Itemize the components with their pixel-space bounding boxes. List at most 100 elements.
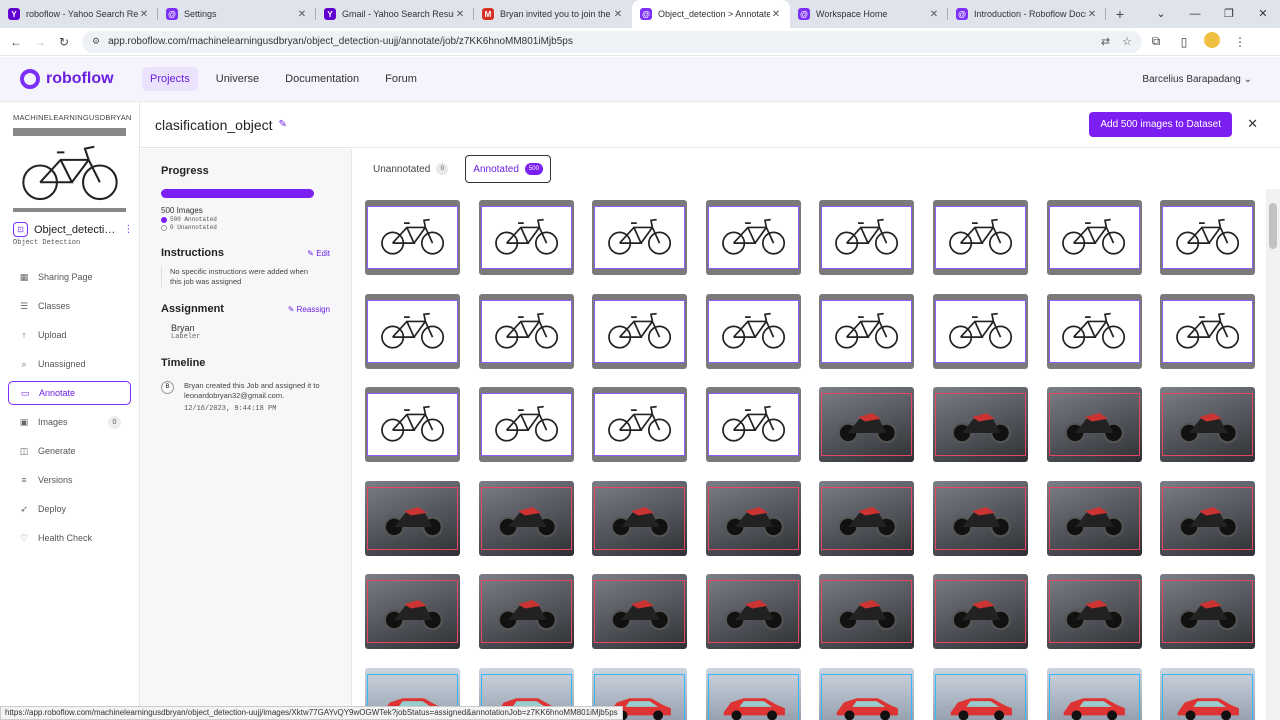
image-thumbnail[interactable] — [478, 574, 574, 650]
tab-unannotated[interactable]: Unannotated 0 — [366, 155, 455, 183]
sidebar-item-upload[interactable]: ↑ Upload — [8, 323, 131, 347]
image-thumbnail[interactable] — [1046, 387, 1142, 463]
image-thumbnail[interactable] — [819, 480, 915, 556]
image-thumbnail[interactable] — [705, 387, 801, 463]
image-thumbnail[interactable] — [705, 293, 801, 369]
menu-kebab-icon[interactable]: ⋮ — [1226, 35, 1254, 49]
chevron-down-icon[interactable]: ⌄ — [1144, 0, 1178, 28]
extensions-icon[interactable]: ⧉ — [1142, 34, 1170, 49]
new-tab-button[interactable]: + — [1106, 0, 1134, 28]
user-menu[interactable]: Barcelius Barapadang ⌄ — [1142, 74, 1252, 85]
image-thumbnail[interactable] — [819, 200, 915, 275]
image-thumbnail[interactable] — [1046, 293, 1142, 369]
image-thumbnail[interactable] — [1160, 667, 1256, 720]
profile-avatar[interactable] — [1198, 32, 1226, 51]
image-thumbnail[interactable] — [365, 293, 460, 369]
browser-tab[interactable]: Y Gmail - Yahoo Search Results ✕ — [316, 0, 474, 28]
image-thumbnail[interactable] — [1046, 200, 1142, 275]
image-thumbnail[interactable] — [592, 387, 688, 463]
image-thumbnail[interactable] — [478, 293, 574, 369]
sidebar-item-sharing-page[interactable]: ▦ Sharing Page — [8, 265, 131, 289]
image-thumbnail[interactable] — [819, 387, 915, 463]
close-icon[interactable]: ✕ — [1247, 116, 1258, 132]
close-tab-icon[interactable]: ✕ — [928, 9, 940, 20]
image-thumbnail[interactable] — [819, 667, 915, 720]
image-thumbnail[interactable] — [932, 574, 1028, 650]
image-thumbnail[interactable] — [932, 200, 1028, 275]
edit-title-icon[interactable]: ✎ — [279, 119, 287, 130]
image-thumbnail[interactable] — [478, 200, 574, 275]
image-thumbnail[interactable] — [705, 667, 801, 720]
bookmark-star-icon[interactable]: ☆ — [1122, 35, 1132, 48]
image-thumbnail[interactable] — [365, 200, 460, 275]
edit-instructions-button[interactable]: ✎ Edit — [307, 249, 330, 258]
image-thumbnail[interactable] — [705, 480, 801, 556]
reload-icon[interactable]: ↻ — [52, 35, 76, 49]
image-thumbnail[interactable] — [592, 480, 688, 556]
image-thumbnail[interactable] — [1046, 480, 1142, 556]
image-thumbnail[interactable] — [592, 200, 688, 275]
image-thumbnail[interactable] — [478, 480, 574, 556]
close-window-icon[interactable]: ✕ — [1246, 0, 1280, 28]
sidebar-item-unassigned[interactable]: ⌕ Unassigned — [8, 352, 131, 376]
nav-documentation[interactable]: Documentation — [277, 67, 367, 91]
browser-tab[interactable]: @ Object_detection > Annotate ✕ — [632, 0, 790, 28]
image-thumbnail[interactable] — [478, 387, 574, 463]
workspace-name[interactable]: MACHINELEARNINGUSDBRYAN — [13, 113, 139, 122]
roboflow-logo[interactable]: roboflow — [20, 69, 120, 89]
image-thumbnail[interactable] — [1160, 480, 1256, 556]
image-thumbnail[interactable] — [705, 574, 801, 650]
sidebar-item-health-check[interactable]: ♡ Health Check — [8, 526, 131, 550]
scrollbar-thumb[interactable] — [1269, 203, 1277, 249]
image-thumbnail[interactable] — [1046, 574, 1142, 650]
sidebar-item-classes[interactable]: ☰ Classes — [8, 294, 131, 318]
image-thumbnail[interactable] — [932, 480, 1028, 556]
close-tab-icon[interactable]: ✕ — [1086, 9, 1098, 20]
back-icon[interactable]: ← — [4, 35, 28, 49]
nav-projects[interactable]: Projects — [142, 67, 198, 91]
forward-icon[interactable]: → — [28, 35, 52, 49]
close-tab-icon[interactable]: ✕ — [770, 9, 782, 20]
sidebar-item-generate[interactable]: ◫ Generate — [8, 439, 131, 463]
sidebar-item-images[interactable]: ▣ Images 0 — [8, 410, 131, 434]
side-panel-icon[interactable]: ▯ — [1170, 35, 1198, 49]
image-thumbnail[interactable] — [819, 574, 915, 650]
browser-tab[interactable]: @ Workspace Home ✕ — [790, 0, 948, 28]
tab-annotated[interactable]: Annotated 500 — [465, 155, 551, 183]
nav-forum[interactable]: Forum — [377, 67, 425, 91]
image-thumbnail[interactable] — [592, 574, 688, 650]
sidebar-item-annotate[interactable]: ▭ Annotate — [8, 381, 131, 405]
project-selector[interactable]: ⊡ Object_detecti… ⋮ — [13, 222, 139, 237]
image-thumbnail[interactable] — [932, 387, 1028, 463]
sidebar-item-versions[interactable]: ≡ Versions — [8, 468, 131, 492]
image-thumbnail[interactable] — [1046, 667, 1142, 720]
site-info-icon[interactable]: ⚙ — [92, 36, 100, 47]
gallery-scrollbar[interactable] — [1266, 189, 1280, 720]
image-thumbnail[interactable] — [932, 293, 1028, 369]
translate-icon[interactable]: ⇄ — [1101, 35, 1110, 48]
close-tab-icon[interactable]: ✕ — [138, 9, 150, 20]
image-thumbnail[interactable] — [819, 293, 915, 369]
restore-icon[interactable]: ❐ — [1212, 0, 1246, 28]
image-thumbnail[interactable] — [365, 387, 460, 463]
project-thumbnail[interactable] — [13, 128, 126, 212]
image-thumbnail[interactable] — [1160, 293, 1256, 369]
browser-tab[interactable]: Yroboflow - Yahoo Search Result✕ — [0, 0, 158, 28]
reassign-button[interactable]: ✎ Reassign — [288, 305, 330, 314]
add-images-to-dataset-button[interactable]: Add 500 images to Dataset — [1089, 112, 1232, 137]
nav-universe[interactable]: Universe — [208, 67, 267, 91]
image-thumbnail[interactable] — [1160, 574, 1256, 650]
sidebar-item-deploy[interactable]: ➶ Deploy — [8, 497, 131, 521]
url-field[interactable]: ⚙ app.roboflow.com/machinelearningusdbry… — [82, 30, 1142, 53]
image-thumbnail[interactable] — [365, 480, 460, 556]
close-tab-icon[interactable]: ✕ — [296, 9, 308, 20]
image-thumbnail[interactable] — [1160, 387, 1256, 463]
close-tab-icon[interactable]: ✕ — [612, 9, 624, 20]
browser-tab[interactable]: M Bryan invited you to join the M ✕ — [474, 0, 632, 28]
image-thumbnail[interactable] — [592, 293, 688, 369]
image-thumbnail[interactable] — [1160, 200, 1256, 275]
close-tab-icon[interactable]: ✕ — [454, 9, 466, 20]
browser-tab[interactable]: @ Settings ✕ — [158, 0, 316, 28]
image-thumbnail[interactable] — [705, 200, 801, 275]
image-thumbnail[interactable] — [932, 667, 1028, 720]
